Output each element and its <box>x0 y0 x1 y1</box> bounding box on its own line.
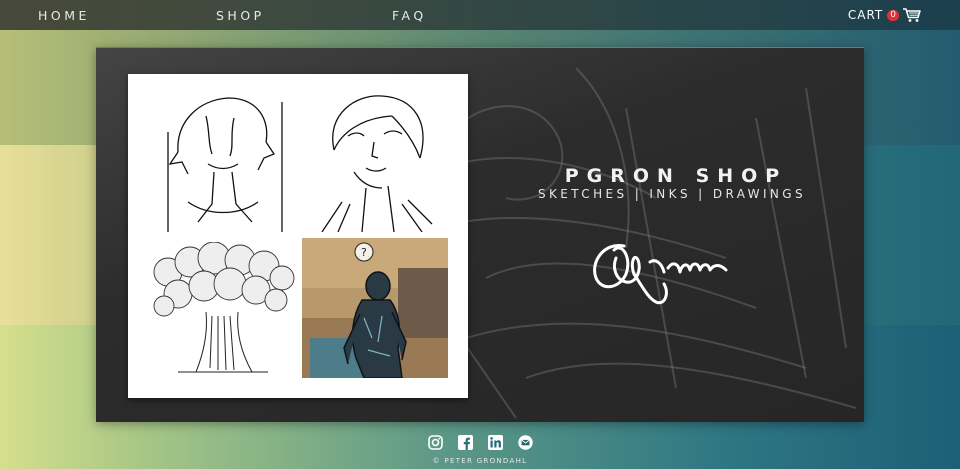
facebook-icon[interactable] <box>457 434 473 450</box>
shop-subtitle: SKETCHES | INKS | DRAWINGS <box>538 187 806 201</box>
nav-faq-link[interactable]: FAQ <box>392 8 427 23</box>
nav-shop-link[interactable]: SHOP <box>216 8 265 23</box>
instagram-icon[interactable] <box>427 434 443 450</box>
cart-button[interactable]: CART 0 <box>848 6 922 24</box>
artwork-gallery: ? <box>128 74 468 398</box>
top-nav: HOME SHOP FAQ CART 0 <box>0 0 960 30</box>
signature-icon <box>593 244 728 305</box>
cart-count-badge: 0 <box>887 9 899 21</box>
social-links <box>427 434 533 450</box>
cart-label: CART <box>847 8 884 22</box>
line-sketch-woman-face-icon[interactable] <box>302 92 450 232</box>
linkedin-icon[interactable] <box>487 434 503 450</box>
line-sketch-figure-icon[interactable] <box>148 92 296 232</box>
email-icon[interactable] <box>517 434 533 450</box>
shop-title: PGRON SHOP <box>564 165 788 187</box>
nav-home-link[interactable]: HOME <box>38 8 90 23</box>
shopping-cart-icon <box>903 8 921 22</box>
colored-figure-painting-icon[interactable]: ? <box>302 238 448 378</box>
svg-text:?: ? <box>361 246 367 259</box>
ink-mushroom-cloud-icon[interactable] <box>148 242 296 382</box>
hero-panel: ? PGRON SHOP SKETCHES | INKS | DRAWINGS <box>96 47 864 422</box>
footer-copyright: © PETER GRONDAHL <box>432 457 528 465</box>
